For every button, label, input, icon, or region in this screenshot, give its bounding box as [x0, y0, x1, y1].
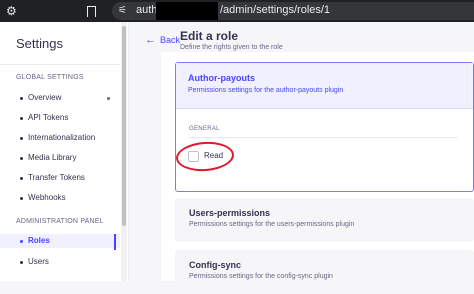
active-indicator: [114, 234, 116, 250]
group-divider: [188, 137, 458, 138]
sidebar-scrollbar[interactable]: [121, 22, 127, 281]
permission-group-label: GENERAL: [189, 126, 220, 132]
sidebar-item-internationalization[interactable]: Internationalization: [20, 131, 116, 145]
plugin-card-header[interactable]: Author-payouts Permissions settings for …: [176, 63, 473, 109]
back-button[interactable]: ← Back: [145, 34, 180, 46]
sidebar-title: Settings: [16, 36, 63, 51]
sidebar-item-overview[interactable]: Overview: [20, 91, 116, 105]
url-host: auth: [136, 4, 158, 16]
settings-sidebar: Settings GLOBAL SETTINGS Overview API To…: [0, 22, 129, 281]
sidebar-item-label: Internationalization: [28, 133, 96, 142]
bookmark-icon[interactable]: [86, 5, 96, 21]
bullet-icon: [20, 196, 23, 200]
bullet-icon: [20, 96, 23, 100]
gear-icon[interactable]: ⚙: [6, 3, 17, 19]
sidebar-item-transfer-tokens[interactable]: Transfer Tokens: [20, 171, 116, 185]
site-info-icon[interactable]: ⚟: [118, 5, 127, 16]
plugin-description: Permissions settings for the author-payo…: [188, 87, 344, 94]
bullet-icon: [20, 239, 23, 243]
plugin-card-author-payouts: Author-payouts Permissions settings for …: [175, 62, 474, 192]
sidebar-item-users[interactable]: Users: [20, 255, 116, 269]
browser-toolbar-icons: ⚙: [6, 3, 96, 21]
plugin-card-users-permissions[interactable]: Users-permissions Permissions settings f…: [175, 198, 474, 242]
sidebar-divider: [0, 64, 120, 65]
arrow-left-icon: ←: [145, 34, 156, 46]
page-subtitle: Define the rights given to the role: [180, 44, 283, 51]
scrollbar-thumb[interactable]: [122, 26, 126, 226]
plugin-card-config-sync[interactable]: Config-sync Permissions settings for the…: [175, 250, 474, 294]
sidebar-item-api-tokens[interactable]: API Tokens: [20, 111, 116, 125]
plugin-description: Permissions settings for the config-sync…: [189, 273, 333, 280]
plugin-name: Config-sync: [189, 260, 242, 270]
sidebar-item-label: Overview: [28, 93, 62, 102]
bullet-icon: [20, 136, 23, 140]
sidebar-section-admin: ADMINISTRATION PANEL: [16, 218, 104, 225]
browser-toolbar: ⚙ ⚟ auth /admin/settings/roles/1: [0, 0, 474, 22]
sidebar-section-global: GLOBAL SETTINGS: [16, 74, 84, 81]
bullet-icon: [20, 260, 23, 264]
sidebar-item-label: Media Library: [28, 153, 77, 162]
url-path: /admin/settings/roles/1: [220, 4, 331, 16]
sidebar-item-label: API Tokens: [28, 113, 69, 122]
sidebar-item-label: Roles: [28, 236, 50, 245]
sidebar-item-media-library[interactable]: Media Library: [20, 151, 116, 165]
notification-dot-icon: [107, 96, 110, 100]
redaction-block: [156, 2, 218, 20]
plugin-name: Users-permissions: [189, 208, 271, 218]
sidebar-item-roles[interactable]: Roles: [0, 234, 120, 250]
plugin-description: Permissions settings for the users-permi…: [189, 221, 355, 228]
bullet-icon: [20, 156, 23, 160]
sidebar-item-label: Transfer Tokens: [28, 173, 85, 182]
plugin-name: Author-payouts: [188, 73, 255, 83]
address-bar[interactable]: ⚟ auth /admin/settings/roles/1: [112, 2, 474, 20]
bullet-icon: [20, 176, 23, 180]
back-label: Back: [160, 35, 181, 45]
sidebar-item-webhooks[interactable]: Webhooks: [20, 191, 116, 205]
sidebar-item-label: Webhooks: [28, 193, 66, 202]
sidebar-item-label: Users: [28, 257, 49, 266]
page-title: Edit a role: [180, 29, 239, 43]
bullet-icon: [20, 116, 23, 120]
